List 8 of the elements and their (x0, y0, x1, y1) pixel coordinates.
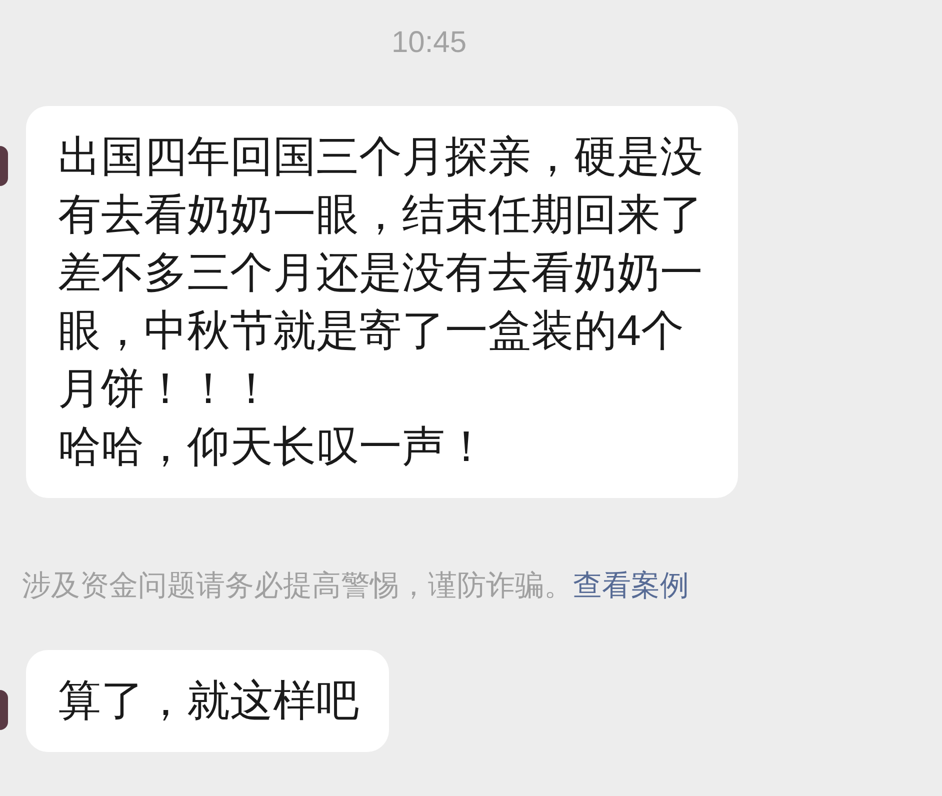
message-text: 哈哈，仰天长叹一声！ (58, 422, 489, 473)
view-cases-link[interactable]: 查看案例 (573, 570, 689, 602)
message-text: 出国四年回国三个月探亲，硬是没有去看奶奶一眼，结束任期回来了差不多三个月还是没有去看奶奶一眼，中秋节就是寄了一盒装的4个月饼！！！ (58, 132, 704, 415)
message-text: 算了，就这样吧 (58, 676, 359, 727)
avatar[interactable] (0, 146, 8, 186)
avatar[interactable] (0, 690, 8, 730)
fraud-warning: 涉及资金问题请务必提高警惕，谨防诈骗。查看案例 (22, 569, 690, 604)
timestamp: 10:45 (391, 25, 467, 61)
